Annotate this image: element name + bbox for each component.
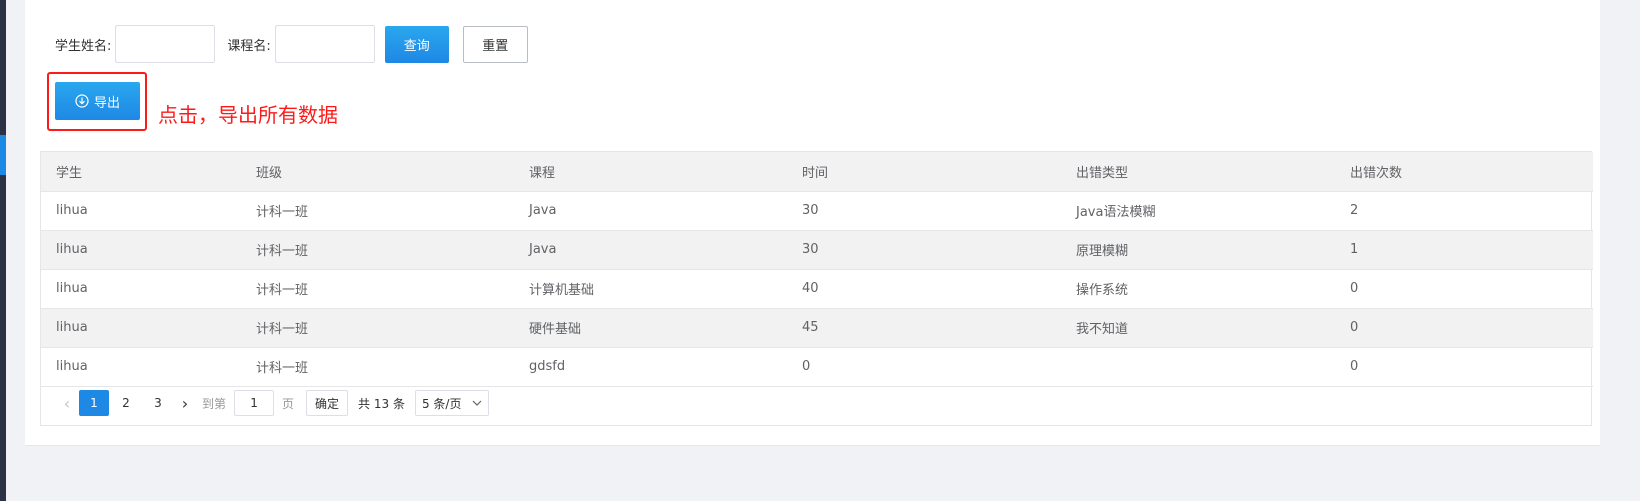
table-cell: Java <box>514 230 787 270</box>
query-button[interactable]: 查询 <box>384 25 449 63</box>
table-cell: Java <box>514 191 787 231</box>
next-page-chevron-icon[interactable]: › <box>174 391 196 415</box>
column-header-student: 学生 <box>41 152 241 192</box>
table-row: lihua 计科一班 Java 30 Java语法模糊 2 <box>41 191 1593 231</box>
table-header-row: 学生 班级 课程 时间 出错类型 出错次数 <box>41 152 1593 192</box>
chevron-down-icon <box>472 400 482 406</box>
column-header-class: 班级 <box>241 152 514 192</box>
column-header-course: 课程 <box>514 152 787 192</box>
table-cell: 45 <box>787 308 1061 348</box>
table-cell: 我不知道 <box>1061 308 1335 348</box>
total-count: 共 13 条 <box>358 396 405 411</box>
table-cell: 硬件基础 <box>514 308 787 348</box>
table-cell: 计科一班 <box>241 230 514 270</box>
table-cell: 计科一班 <box>241 308 514 348</box>
table-row: lihua 计科一班 计算机基础 40 操作系统 0 <box>41 269 1593 309</box>
table-cell: lihua <box>41 230 241 270</box>
table-cell: 30 <box>787 191 1061 231</box>
reset-button[interactable]: 重置 <box>462 25 528 63</box>
table-cell: 0 <box>1335 347 1593 387</box>
table-cell: 计科一班 <box>241 191 514 231</box>
table-row: lihua 计科一班 硬件基础 45 我不知道 0 <box>41 308 1593 348</box>
error-stats-table: 学生 班级 课程 时间 出错类型 出错次数 lihua 计科一班 Java 30… <box>40 151 1593 426</box>
export-annotation: 点击，导出所有数据 <box>158 103 338 127</box>
column-header-error-count: 出错次数 <box>1335 152 1593 192</box>
goto-prefix-label: 到第 <box>202 396 227 411</box>
goto-confirm-button[interactable]: 确定 <box>306 390 349 416</box>
export-button-label: 导出 <box>93 95 120 111</box>
table-cell: 计科一班 <box>241 269 514 309</box>
page-button-1[interactable]: 1 <box>79 390 109 416</box>
table-cell: 0 <box>1335 308 1593 348</box>
table-cell: lihua <box>41 191 241 231</box>
table-cell: lihua <box>41 347 241 387</box>
table-cell: 操作系统 <box>1061 269 1335 309</box>
left-sidebar-edge <box>0 0 6 501</box>
pagination: ‹ 1 2 3 › 到第 页 确定 共 13 条 5 条/页 <box>56 390 489 416</box>
table-cell <box>1061 347 1335 387</box>
page-size-select[interactable]: 5 条/页 <box>414 390 489 416</box>
goto-page-input[interactable] <box>234 390 275 416</box>
column-header-error-type: 出错类型 <box>1061 152 1335 192</box>
page-size-value: 5 条/页 <box>421 396 462 411</box>
content-card: 学生姓名: 课程名: 查询 重置 导出 点击，导出所有数据 学生 班级 课程 时… <box>25 0 1600 446</box>
sidebar-active-indicator <box>0 135 6 175</box>
download-circle-icon <box>75 94 89 108</box>
table-cell: 计算机基础 <box>514 269 787 309</box>
table-cell: lihua <box>41 269 241 309</box>
table-cell: 40 <box>787 269 1061 309</box>
course-name-label: 课程名: <box>227 38 271 54</box>
table-row: lihua 计科一班 gdsfd 0 0 <box>41 347 1593 387</box>
table-cell: gdsfd <box>514 347 787 387</box>
table-cell: 2 <box>1335 191 1593 231</box>
table-cell: 1 <box>1335 230 1593 270</box>
prev-page-chevron-icon[interactable]: ‹ <box>56 391 78 415</box>
export-button[interactable]: 导出 <box>55 82 140 120</box>
table-cell: 30 <box>787 230 1061 270</box>
table-cell: 0 <box>1335 269 1593 309</box>
page-button-2[interactable]: 2 <box>111 390 141 416</box>
student-name-label: 学生姓名: <box>55 38 112 54</box>
table-row: lihua 计科一班 Java 30 原理模糊 1 <box>41 230 1593 270</box>
table-cell: 计科一班 <box>241 347 514 387</box>
table-cell: 0 <box>787 347 1061 387</box>
table-cell: lihua <box>41 308 241 348</box>
table-cell: 原理模糊 <box>1061 230 1335 270</box>
course-name-input[interactable] <box>274 25 375 63</box>
page-button-3[interactable]: 3 <box>143 390 173 416</box>
goto-suffix-label: 页 <box>282 396 295 411</box>
search-form: 学生姓名: 课程名: 查询 重置 <box>55 25 528 63</box>
column-header-time: 时间 <box>787 152 1061 192</box>
table-cell: Java语法模糊 <box>1061 191 1335 231</box>
student-name-input[interactable] <box>115 25 216 63</box>
